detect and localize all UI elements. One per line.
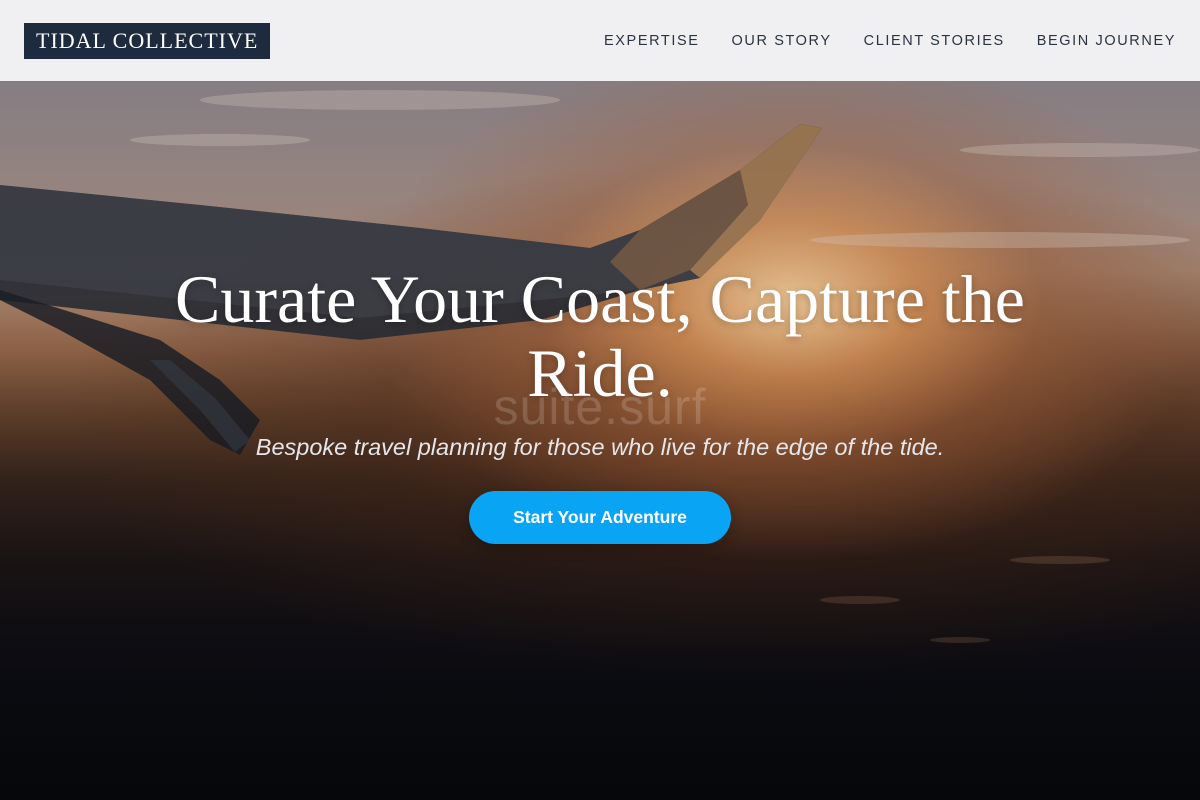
site-header: TIDAL COLLECTIVE EXPERTISE OUR STORY CLI… [0, 0, 1200, 81]
brand-logo[interactable]: TIDAL COLLECTIVE [24, 22, 271, 59]
nav-link-our-story[interactable]: OUR STORY [732, 33, 832, 49]
nav-link-begin-journey[interactable]: BEGIN JOURNEY [1037, 33, 1176, 49]
hero-headline: Curate Your Coast, Capture the Ride. [175, 261, 1025, 411]
hero-tagline: Bespoke travel planning for those who li… [255, 434, 945, 460]
hero-section: Curate Your Coast, Capture the Ride. sui… [0, 262, 1200, 544]
main-nav: EXPERTISE OUR STORY CLIENT STORIES BEGIN… [572, 33, 1176, 49]
start-adventure-button[interactable]: Start Your Adventure [469, 491, 731, 544]
nav-link-expertise[interactable]: EXPERTISE [604, 33, 700, 49]
nav-link-client-stories[interactable]: CLIENT STORIES [864, 33, 1005, 49]
